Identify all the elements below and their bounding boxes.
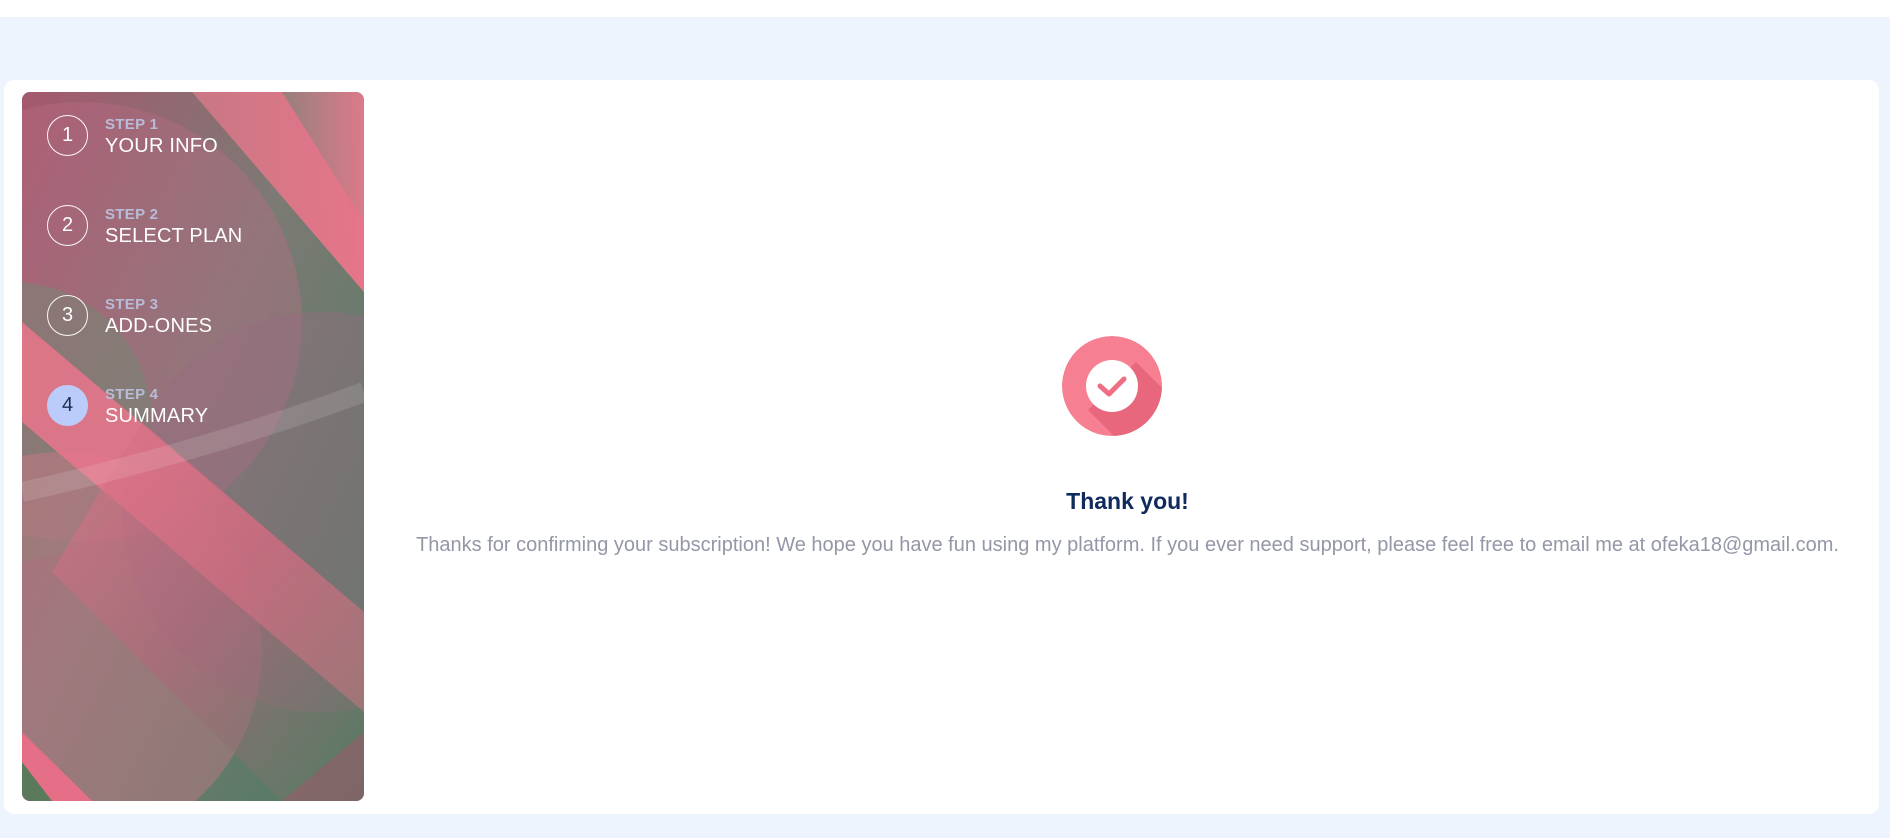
thank-you-title: Thank you! <box>1066 488 1189 514</box>
steps-sidebar: 1 STEP 1 YOUR INFO 2 STEP 2 SELECT PLAN … <box>22 92 364 801</box>
step-number-1: 1 <box>47 115 88 156</box>
step-sub-label: STEP 1 <box>105 116 159 133</box>
step-text-4: STEP 4 SUMMARY <box>105 386 208 428</box>
step-sub-label: STEP 2 <box>105 206 159 223</box>
step-title: ADD-ONES <box>105 315 213 337</box>
sidebar-background <box>22 92 364 801</box>
step-sub-label: STEP 3 <box>105 296 159 313</box>
step-sub-label: STEP 4 <box>105 386 159 403</box>
form-card: 1 STEP 1 YOUR INFO 2 STEP 2 SELECT PLAN … <box>4 80 1879 814</box>
checkmark-icon <box>1062 336 1162 436</box>
step-number-2: 2 <box>47 205 88 246</box>
step-text-3: STEP 3 ADD-ONES <box>105 296 212 338</box>
step-text-1: STEP 1 YOUR INFO <box>105 116 218 158</box>
step-number-3: 3 <box>47 295 88 336</box>
step-title: SELECT PLAN <box>105 225 243 247</box>
confirmation-message: Thanks for confirming your subscription!… <box>416 534 1839 556</box>
step-title: SUMMARY <box>105 405 209 427</box>
step-title: YOUR INFO <box>105 135 218 157</box>
step-text-2: STEP 2 SELECT PLAN <box>105 206 242 248</box>
confirmation-panel: Thank you! Thanks for confirming your su… <box>376 80 1879 814</box>
step-number-4: 4 <box>47 385 88 426</box>
top-bar <box>0 0 1890 17</box>
